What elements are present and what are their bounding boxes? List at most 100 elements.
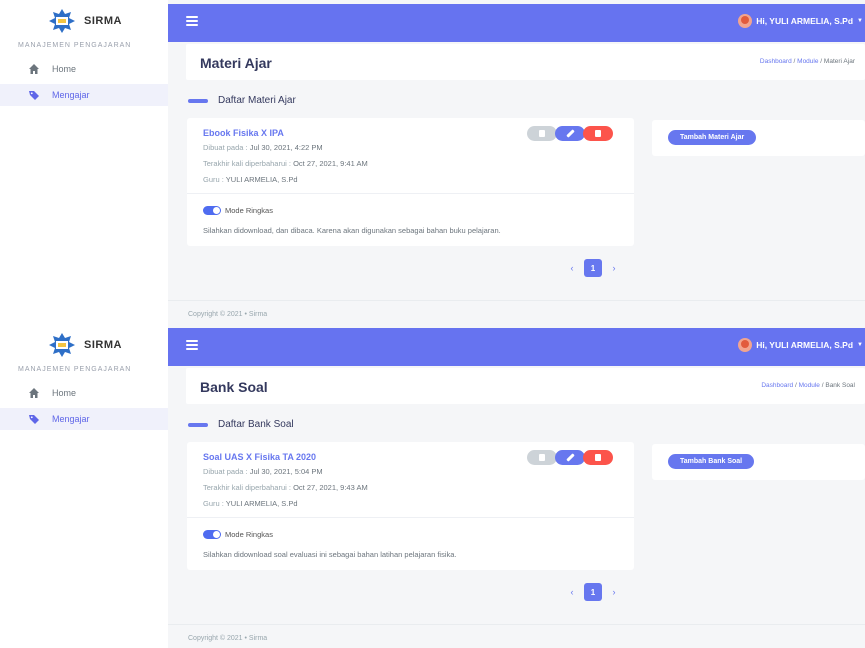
breadcrumb-separator: /	[821, 382, 824, 389]
breadcrumb-separator: /	[794, 382, 797, 389]
guru-label: Guru :	[203, 499, 224, 508]
card-divider	[187, 517, 634, 518]
created-date: Dibuat pada : Jul 30, 2021, 5:04 PM	[203, 467, 323, 476]
breadcrumb-module[interactable]: Module	[797, 58, 818, 65]
file-icon	[539, 454, 545, 461]
sidebar-item-label: Home	[52, 388, 77, 398]
menu-toggle-icon[interactable]	[186, 16, 198, 26]
summary-mode-toggle[interactable]	[203, 206, 221, 215]
section-heading-text: Daftar Materi Ajar	[218, 95, 296, 106]
page-title: Materi Ajar	[200, 55, 272, 71]
sidebar-item-label: Home	[52, 64, 77, 74]
created-date: Dibuat pada : Jul 30, 2021, 4:22 PM	[203, 143, 323, 152]
screen-materi-ajar: SIRMA MANAJEMEN PENGAJARAN Home Mengajar…	[0, 0, 865, 324]
card-divider	[187, 193, 634, 194]
updated-date: Terakhir kali diperbaharui : Oct 27, 202…	[203, 483, 368, 492]
sidebar-item-mengajar[interactable]: Mengajar	[0, 408, 168, 430]
sidebar-item-home[interactable]: Home	[0, 58, 168, 80]
next-page-button[interactable]: ›	[605, 259, 623, 277]
breadcrumb-separator: /	[820, 58, 823, 65]
breadcrumb-separator: /	[793, 58, 796, 65]
item-title-link[interactable]: Soal UAS X Fisika TA 2020	[203, 452, 316, 462]
pagination: ‹ 1 ›	[563, 583, 623, 601]
sidebar-section-label: MANAJEMEN PENGAJARAN	[18, 42, 132, 49]
trash-icon	[595, 454, 601, 461]
summary-mode-toggle-row: Mode Ringkas	[203, 206, 273, 215]
home-icon	[29, 388, 39, 398]
avatar	[738, 338, 753, 352]
page-1-button[interactable]: 1	[584, 259, 602, 277]
brand-name: SIRMA	[84, 15, 122, 27]
sirma-logo-icon	[49, 333, 75, 357]
updated-label: Terakhir kali diperbaharui :	[203, 159, 291, 168]
material-card: Ebook Fisika X IPA Dibuat pada : Jul 30,…	[187, 118, 634, 246]
section-heading-text: Daftar Bank Soal	[218, 419, 294, 430]
updated-value: Oct 27, 2021, 9:43 AM	[293, 483, 368, 492]
section-heading: Daftar Materi Ajar	[188, 95, 296, 106]
sidebar: SIRMA MANAJEMEN PENGAJARAN Home Mengajar	[0, 0, 168, 324]
guru-value: YULI ARMELIA, S.Pd	[225, 499, 298, 508]
chevron-down-icon: ▼	[857, 18, 863, 24]
brand[interactable]: SIRMA	[48, 332, 122, 358]
prev-page-button[interactable]: ‹	[563, 259, 581, 277]
breadcrumb-module[interactable]: Module	[799, 382, 820, 389]
breadcrumb-current: Bank Soal	[825, 382, 855, 389]
breadcrumb-dashboard[interactable]: Dashboard	[760, 58, 792, 65]
sidebar-item-mengajar[interactable]: Mengajar	[0, 84, 168, 106]
page-header: Materi Ajar Dashboard / Module / Materi …	[186, 44, 865, 80]
guru-label: Guru :	[203, 175, 224, 184]
delete-button[interactable]	[583, 450, 613, 465]
avatar	[738, 14, 753, 28]
item-description: Silahkan didownload soal evaluasi ini se…	[203, 550, 457, 559]
topbar: Hi, YULI ARMELIA, S.Pd ▼	[168, 328, 865, 366]
breadcrumb-current: Materi Ajar	[823, 58, 855, 65]
user-menu[interactable]: Hi, YULI ARMELIA, S.Pd ▼	[738, 338, 863, 352]
item-title-link[interactable]: Ebook Fisika X IPA	[203, 128, 284, 138]
brand[interactable]: SIRMA	[48, 8, 122, 34]
page-title: Bank Soal	[200, 379, 268, 395]
download-button[interactable]	[527, 450, 557, 465]
teacher-name: Guru : YULI ARMELIA, S.Pd	[203, 175, 298, 184]
sidebar-item-label: Mengajar	[52, 414, 90, 424]
toggle-label: Mode Ringkas	[225, 206, 273, 215]
guru-value: YULI ARMELIA, S.Pd	[225, 175, 298, 184]
section-accent-bar	[188, 422, 208, 427]
item-description: Silahkan didownload, dan dibaca. Karena …	[203, 226, 501, 235]
user-menu[interactable]: Hi, YULI ARMELIA, S.Pd ▼	[738, 14, 863, 28]
edit-button[interactable]	[555, 450, 585, 465]
action-card: Tambah Bank Soal	[652, 444, 865, 480]
user-greeting: Hi, YULI ARMELIA, S.Pd	[756, 16, 854, 26]
menu-toggle-icon[interactable]	[186, 340, 198, 350]
breadcrumb-dashboard[interactable]: Dashboard	[761, 382, 793, 389]
add-question-bank-button[interactable]: Tambah Bank Soal	[668, 454, 755, 469]
toggle-label: Mode Ringkas	[225, 530, 273, 539]
action-card: Tambah Materi Ajar	[652, 120, 865, 156]
updated-date: Terakhir kali diperbaharui : Oct 27, 202…	[203, 159, 368, 168]
delete-button[interactable]	[583, 126, 613, 141]
prev-page-button[interactable]: ‹	[563, 583, 581, 601]
add-material-button[interactable]: Tambah Materi Ajar	[668, 130, 757, 145]
updated-label: Terakhir kali diperbaharui :	[203, 483, 291, 492]
sidebar-item-label: Mengajar	[52, 90, 90, 100]
breadcrumb: Dashboard / Module / Bank Soal	[761, 382, 855, 389]
question-bank-card: Soal UAS X Fisika TA 2020 Dibuat pada : …	[187, 442, 634, 570]
trash-icon	[595, 130, 601, 137]
footer-divider	[168, 300, 865, 301]
summary-mode-toggle[interactable]	[203, 530, 221, 539]
section-heading: Daftar Bank Soal	[188, 419, 294, 430]
user-greeting: Hi, YULI ARMELIA, S.Pd	[756, 340, 854, 350]
screen-bank-soal: SIRMA MANAJEMEN PENGAJARAN Home Mengajar…	[0, 324, 865, 648]
page-1-button[interactable]: 1	[584, 583, 602, 601]
footer-copyright: Copyright © 2021 • Sirma	[188, 311, 268, 318]
created-label: Dibuat pada :	[203, 143, 248, 152]
section-accent-bar	[188, 98, 208, 103]
item-actions	[527, 126, 613, 141]
chevron-down-icon: ▼	[857, 342, 863, 348]
teacher-name: Guru : YULI ARMELIA, S.Pd	[203, 499, 298, 508]
download-button[interactable]	[527, 126, 557, 141]
next-page-button[interactable]: ›	[605, 583, 623, 601]
sidebar-item-home[interactable]: Home	[0, 382, 168, 404]
footer-copyright: Copyright © 2021 • Sirma	[188, 635, 268, 642]
pencil-icon	[565, 453, 575, 462]
edit-button[interactable]	[555, 126, 585, 141]
